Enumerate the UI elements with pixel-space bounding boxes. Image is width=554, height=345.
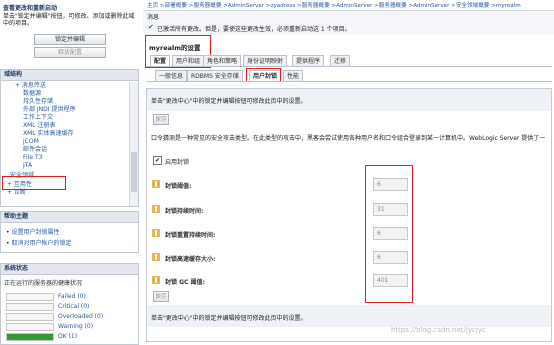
bullet-icon: • [6,240,10,247]
tab-credential-mappings[interactable]: 身份证明映射 [243,55,288,66]
lockout-description: 口令猜测是一种常见的安全攻击类型。在此类型的攻击中，黑客会尝试使用各种用户名和口… [151,135,546,142]
fields-highlight [365,165,413,303]
field-info-icon [152,229,160,237]
save-button-bottom[interactable]: 保存 [153,291,169,302]
tab-roles-policies[interactable]: 角色和策略 [203,55,242,66]
lock-and-edit-button[interactable]: 锁定并编辑 [34,34,106,45]
health-label[interactable]: Critical (0) [58,303,89,310]
enable-lockout-checkbox[interactable]: ✔ [153,156,162,165]
field-info-icon [152,205,160,213]
system-status-title: 系统状态 [1,264,138,275]
tab-divider [146,66,552,67]
system-status-subtitle: 正在运行的服务器的健康状况 [4,280,83,287]
tree-item-messaging[interactable]: + 消息传送 [15,82,46,90]
tree-item-file-t3[interactable]: File T3 [23,154,42,162]
health-row: Warning (0) [6,322,136,331]
messages-bar: 消息 ✔ 已激活所有更改。但是，要使这些更改生效，必须重新启动这 1 个项目。 [143,10,554,35]
hint-top: 单击"更改中心"中的锁定并编辑按钮可修改此页中的设置。 [147,89,551,111]
change-center-title[interactable]: 查看更改和重新启动 [3,3,57,12]
tree-scrollbar[interactable] [129,82,138,206]
health-row: OK (1) [6,332,136,341]
subtab-divider [146,81,552,82]
tab-migration[interactable]: 迁移 [330,55,351,66]
field-info-icon [152,180,160,188]
main-area: 主页 >部署概要 >服务器概要 >AdminServer >zyadress >… [143,0,554,345]
left-column: 查看更改和重新启动 单击"锁定并编辑"按钮，可修改、添加或删除此域中的项目。 锁… [0,0,140,345]
field-label: 封锁阈值: [165,183,192,190]
tab-providers[interactable]: 提供程序 [292,55,325,66]
tree-scrollbar-thumb[interactable] [131,152,137,192]
breadcrumb[interactable]: 主页 >部署概要 >服务器概要 >AdminServer >zyadress >… [147,1,552,9]
subtab-rdbms-store[interactable]: RDBMS 安全存储 [187,70,243,81]
user-lockout-highlight [246,68,281,82]
tree-item-mail-sessions[interactable]: 邮件会话 [23,146,47,154]
watermark: https://blog.csdn.net/jycjyc [391,326,486,334]
enable-lockout-label: 启用封锁 [165,159,190,166]
health-bar-track [6,303,54,311]
health-bar-track [6,293,54,301]
save-button-top[interactable]: 保存 [153,114,169,125]
success-check-icon: ✔ [148,23,154,31]
health-bar-fill [7,334,53,340]
security-realms-highlight [2,176,66,190]
tree-item-diagnostics[interactable]: + 诊断 [7,189,26,197]
top-tabs: 配置 用户和组 角色和策略 身份证明映射 提供程序 迁移 [150,55,410,66]
help-item-user-lockout[interactable]: • 设置用户封锁属性 [6,227,59,236]
subtab-general[interactable]: 一般信息 [155,70,188,81]
help-panel: 帮助主题 • 设置用户封锁属性 • 取消对用户帐户的锁定 [0,211,139,253]
domain-structure-title: 域结构 [1,70,138,81]
health-bars: Failed (0) Critical (0) Overloaded (0) Warn… [6,292,136,344]
tree-item-xml-entity-caches[interactable]: XML 实体高速缓存 [23,130,74,138]
tab-configuration[interactable]: 配置 [150,55,171,66]
tree-item-jta[interactable]: JTA [23,162,32,170]
tree-item-xml-registries[interactable]: XML 注册表 [23,122,56,130]
change-center-description: 单击"锁定并编辑"按钮，可修改、添加或删除此域中的项目。 [3,13,135,27]
tree-item-persistent-stores[interactable]: 持久性存储 [23,98,53,106]
health-label[interactable]: Failed (0) [58,293,86,300]
health-label[interactable]: Overloaded (0) [58,313,103,320]
tree-item-data-sources[interactable]: 数据源 [23,90,41,98]
success-message: 已激活所有更改。但是，要使这些更改生效，必须重新启动这 1 个项目。 [157,26,351,33]
field-label: 封锁 GC 阈值: [165,279,205,286]
tree-item-work-contexts[interactable]: 工作上下文 [23,114,53,122]
health-row: Critical (0) [6,302,136,311]
health-bar-track [6,323,54,331]
field-label: 封锁高速缓存大小: [165,256,216,263]
field-label: 封锁重置持续时间: [165,232,216,239]
tree-item-foreign-jndi[interactable]: 外部 JNDI 提供程序 [23,106,75,114]
health-label[interactable]: Warning (0) [58,323,93,330]
field-info-icon [152,276,160,284]
field-info-icon [152,253,160,261]
health-row: Failed (0) [6,292,136,301]
health-label[interactable]: OK (1) [58,333,77,340]
help-title: 帮助主题 [1,212,138,223]
subtab-performance[interactable]: 性能 [283,70,304,81]
field-label: 封锁持续时间: [165,208,204,215]
bullet-icon: • [6,229,10,236]
help-item-unlock-account[interactable]: • 取消对用户帐户的锁定 [6,238,71,247]
system-status-panel: 系统状态 正在运行的服务器的健康状况 Failed (0) Critical (0… [0,263,139,345]
hint-bottom: 单击"更改中心"中的锁定并编辑按钮可修改此页中的设置。 [147,305,551,327]
tab-users-groups[interactable]: 用户和组 [172,55,205,66]
tree-item-jcom[interactable]: jCOM [23,138,39,146]
messages-title: 消息 [147,14,160,21]
health-bar-track [6,333,54,341]
health-row: Overloaded (0) [6,312,136,321]
health-bar-track [6,313,54,321]
change-center-panel: 查看更改和重新启动 单击"锁定并编辑"按钮，可修改、添加或删除此域中的项目。 锁… [0,0,139,62]
release-config-button[interactable]: 释放配置 [34,47,106,58]
